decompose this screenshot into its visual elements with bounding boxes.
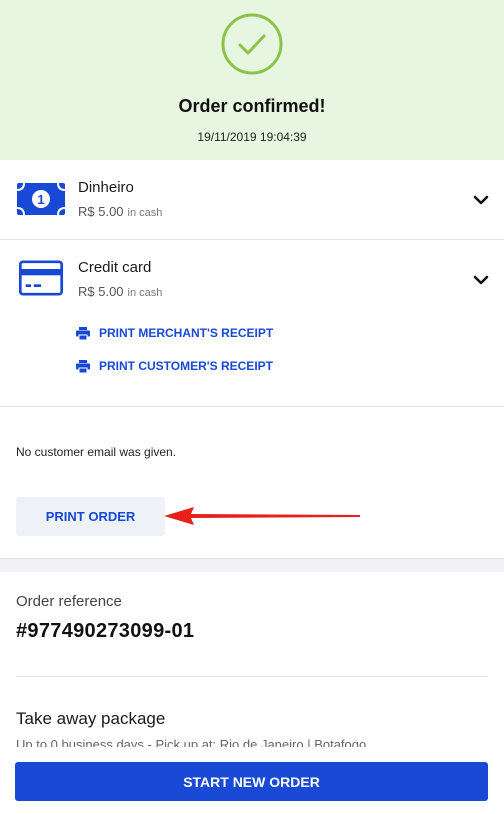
payment-name: Credit card [78,259,152,276]
confirmation-header: Order confirmed! 19/11/2019 19:04:39 [0,0,504,160]
print-merchant-receipt-label: PRINT MERCHANT'S RECEIPT [99,326,274,340]
start-new-order-button[interactable]: START NEW ORDER [15,762,488,801]
print-customer-receipt-label: PRINT CUSTOMER'S RECEIPT [99,359,273,373]
chevron-down-icon[interactable] [472,194,490,206]
credit-card-icon [18,260,64,296]
annotation-arrow [164,507,360,525]
section-separator [0,558,504,572]
order-reference-value: #977490273099-01 [16,620,195,642]
payment-amount: R$ 5.00 in cash [78,204,162,219]
print-customer-receipt-link[interactable]: PRINT CUSTOMER'S RECEIPT [76,359,273,373]
check-circle-icon [221,13,283,75]
divider [0,406,504,407]
print-merchant-receipt-link[interactable]: PRINT MERCHANT'S RECEIPT [76,326,273,340]
chevron-down-icon[interactable] [472,274,490,286]
order-reference-label: Order reference [16,593,122,610]
package-subtitle: Up to 0 business days - Pick up at: Rio … [16,737,367,747]
banknote-icon: 1 [16,182,66,216]
payment-name: Dinheiro [78,179,134,196]
payment-row-credit-card[interactable]: Credit card R$ 5.00 in cash PRINT MERCHAN… [0,240,504,406]
printer-icon [76,326,90,340]
divider [16,676,488,677]
email-note: No customer email was given. [16,445,177,459]
payment-amount-unit: in cash [127,287,163,299]
payment-amount-value: R$ 5.00 [78,204,124,219]
payment-amount: R$ 5.00 in cash [78,284,162,299]
payment-amount-unit: in cash [127,207,163,219]
printer-icon [76,359,90,373]
page-title: Order confirmed! [178,96,326,116]
order-datetime: 19/11/2019 19:04:39 [197,130,307,144]
package-title: Take away package [16,709,166,728]
payment-row-cash[interactable]: 1 Dinheiro R$ 5.00 in cash [0,160,504,239]
payment-amount-value: R$ 5.00 [78,284,124,299]
print-order-button[interactable]: PRINT ORDER [16,497,165,536]
svg-text:1: 1 [37,192,44,207]
